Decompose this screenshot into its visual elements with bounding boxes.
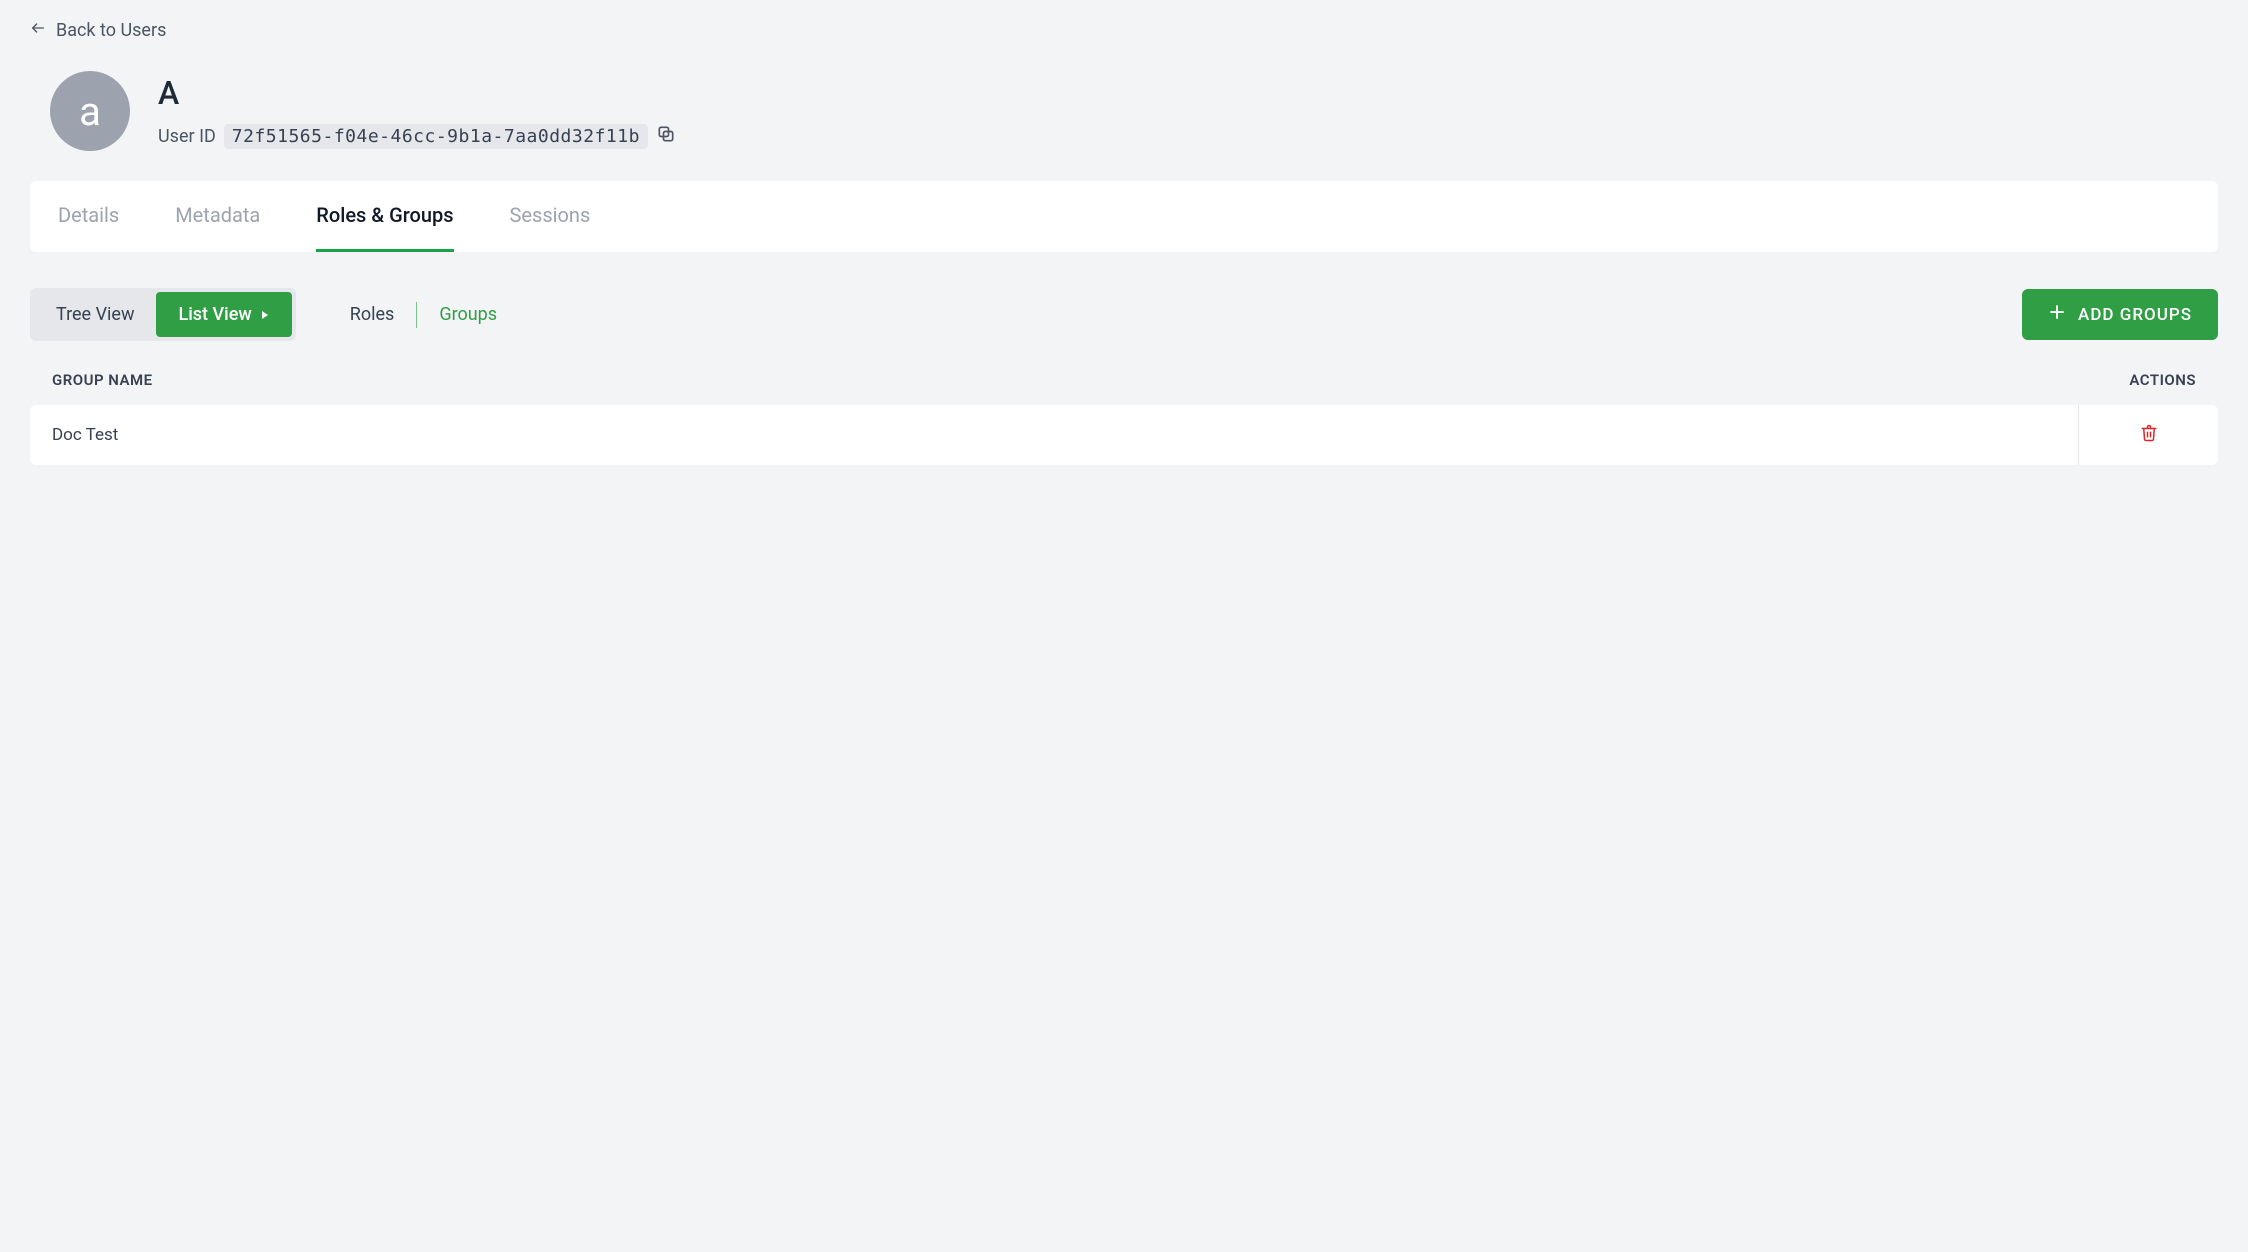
subtab-groups[interactable]: Groups [439, 304, 497, 325]
roles-groups-subtabs: Roles Groups [350, 302, 497, 328]
column-actions: ACTIONS [2129, 371, 2196, 389]
tab-sessions[interactable]: Sessions [510, 181, 591, 252]
copy-icon[interactable] [656, 124, 676, 149]
user-id-label: User ID [158, 126, 216, 147]
list-view-button[interactable]: List View [156, 292, 291, 337]
user-header: a A User ID 72f51565-f04e-46cc-9b1a-7aa0… [30, 71, 2218, 181]
user-id-value: 72f51565-f04e-46cc-9b1a-7aa0dd32f11b [224, 124, 648, 149]
list-view-label: List View [178, 304, 251, 325]
add-groups-label: ADD GROUPS [2078, 305, 2192, 325]
back-link-label: Back to Users [56, 20, 166, 41]
trash-icon[interactable] [2140, 423, 2158, 447]
user-name-block: A User ID 72f51565-f04e-46cc-9b1a-7aa0dd… [158, 74, 676, 149]
user-name: A [158, 74, 676, 112]
column-group-name: GROUP NAME [52, 371, 153, 389]
back-to-users-link[interactable]: Back to Users [30, 0, 166, 71]
subtab-divider [416, 302, 417, 328]
tabs: Details Metadata Roles & Groups Sessions [30, 181, 2218, 252]
add-groups-button[interactable]: ADD GROUPS [2022, 289, 2218, 340]
avatar: a [50, 71, 130, 151]
table-row: Doc Test [30, 405, 2218, 465]
tab-roles-groups[interactable]: Roles & Groups [316, 181, 453, 252]
tab-metadata[interactable]: Metadata [175, 181, 260, 252]
tree-view-button[interactable]: Tree View [34, 292, 156, 337]
controls-left: Tree View List View Roles Groups [30, 288, 497, 341]
plus-icon [2048, 303, 2066, 326]
arrow-left-icon [30, 20, 46, 41]
groups-table: GROUP NAME ACTIONS Doc Test [30, 371, 2218, 465]
user-id-row: User ID 72f51565-f04e-46cc-9b1a-7aa0dd32… [158, 124, 676, 149]
actions-cell [2078, 405, 2218, 465]
group-name-cell: Doc Test [30, 405, 140, 465]
table-header: GROUP NAME ACTIONS [30, 371, 2218, 405]
caret-right-icon [260, 304, 270, 325]
controls-row: Tree View List View Roles Groups ADD GRO… [30, 288, 2218, 341]
view-toggle: Tree View List View [30, 288, 296, 341]
tab-details[interactable]: Details [58, 181, 119, 252]
subtab-roles[interactable]: Roles [350, 304, 395, 325]
